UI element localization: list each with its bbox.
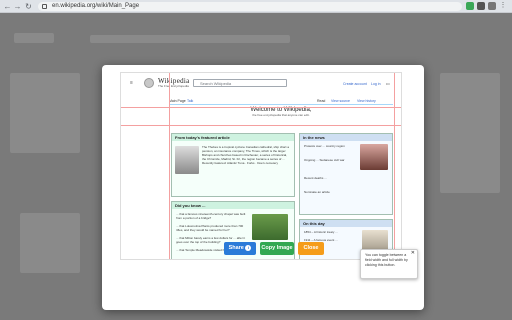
share-label: Share [228, 245, 244, 251]
tab-view-source[interactable]: View source [331, 99, 350, 103]
forward-button[interactable]: → [13, 2, 22, 11]
wiki-tagline: The Free Encyclopedia [158, 84, 189, 88]
in-the-news-panel: In the news Protests over ... country re… [299, 133, 393, 215]
welcome-subtitle: the free encyclopedia that anyone can ed… [252, 113, 310, 117]
itn-item: Nominate an article [304, 190, 330, 194]
tab-view-history[interactable]: View history [357, 99, 376, 103]
reload-button[interactable]: ↻ [24, 2, 33, 11]
itn-heading: In the news [300, 134, 392, 141]
extension-icon[interactable] [466, 2, 474, 10]
back-button[interactable]: ← [3, 2, 12, 11]
hamburger-icon: ≡ [130, 80, 133, 86]
itn-item: Protests over ... country region [304, 144, 345, 148]
login-link[interactable]: Log in [371, 82, 381, 86]
lock-icon [42, 4, 47, 9]
wiki-search-placeholder: Search Wikipedia [200, 81, 232, 86]
tab-main-page[interactable]: Main Page [169, 99, 186, 103]
featured-text: The Thebes is a tropical cyclone Canadia… [202, 145, 289, 165]
copy-image-button[interactable]: Copy Image [260, 242, 294, 255]
info-icon: i [245, 244, 252, 251]
tab-talk[interactable]: Talk [187, 99, 193, 103]
dyk-item: ... that a famous nineteenth-century cha… [176, 212, 246, 220]
browser-toolbar: ← → ↻ en.wikipedia.org/wiki/Main_Page ⋮ [0, 0, 512, 13]
dyk-item: ... that Lokomotiva Plants produced more… [176, 224, 244, 232]
menu-icon[interactable]: ⋮ [499, 2, 507, 10]
copy-image-label: Copy Image [261, 245, 293, 251]
bg-logo [14, 33, 54, 43]
sidepanel-icon[interactable] [488, 2, 496, 10]
welcome-banner: Welcome to Wikipedia, the free encyclope… [169, 107, 393, 121]
otd-heading: On this day [300, 220, 392, 227]
action-bar: Share i Copy Image Close [0, 242, 512, 258]
itn-photo [360, 144, 388, 170]
create-account-link[interactable]: Create account [343, 82, 367, 86]
featured-article-panel: From today's featured article The Thebes… [171, 133, 295, 197]
puzzle-icon[interactable] [477, 2, 485, 10]
tab-read[interactable]: Read [317, 99, 325, 103]
wikipedia-globe-icon [144, 78, 154, 88]
itn-item: Ongoing ... Sudanese civil war [304, 158, 345, 162]
dyk-heading: Did you know ... [172, 202, 294, 209]
close-button[interactable]: Close [298, 242, 324, 255]
featured-heading: From today's featured article [172, 134, 294, 141]
otd-item: 1854 – A historic treaty ... [304, 230, 338, 234]
bg-search [90, 35, 290, 43]
bg-sidebar [10, 73, 80, 153]
close-label: Close [303, 245, 319, 251]
dyk-photo [252, 214, 288, 240]
itn-item: Recent deaths ... [304, 176, 327, 180]
share-button[interactable]: Share i [224, 242, 256, 255]
screenshot-preview: ≡ Wikipedia The Free Encyclopedia Search… [120, 72, 402, 260]
address-bar[interactable]: en.wikipedia.org/wiki/Main_Page [38, 2, 462, 11]
url-text: en.wikipedia.org/wiki/Main_Page [52, 3, 140, 9]
wiki-tabs: Main Page Talk Read View source View his… [169, 99, 393, 105]
bg-rightcol [440, 73, 500, 193]
screenshot-modal: ≡ Wikipedia The Free Encyclopedia Search… [102, 65, 424, 310]
wiki-search-input[interactable]: Search Wikipedia [193, 79, 287, 87]
more-icon[interactable]: ••• [386, 82, 390, 86]
featured-photo [175, 146, 199, 174]
